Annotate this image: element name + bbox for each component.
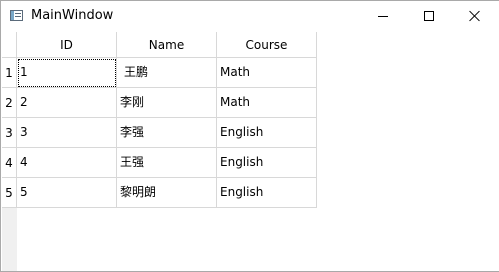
maximize-icon bbox=[424, 11, 434, 21]
table-row: 3 3 李强 English bbox=[2, 118, 317, 148]
table-cell-id[interactable]: 4 bbox=[17, 148, 117, 178]
table-row: 5 5 黎明朗 English bbox=[2, 178, 317, 208]
column-header-name[interactable]: Name bbox=[117, 32, 217, 58]
row-header[interactable]: 4 bbox=[2, 148, 17, 178]
corner-button[interactable] bbox=[2, 32, 17, 58]
table-cell-name[interactable]: 李强 bbox=[117, 118, 217, 148]
main-window: MainWindow ID Name Course 1 1 王鹏 Math 2 … bbox=[0, 0, 499, 272]
table-cell-course[interactable]: English bbox=[217, 178, 317, 208]
table-cell-name[interactable]: 王鹏 bbox=[117, 58, 217, 88]
table-cell-name[interactable]: 王强 bbox=[117, 148, 217, 178]
table-row: 4 4 王强 English bbox=[2, 148, 317, 178]
table-cell-course[interactable]: Math bbox=[217, 88, 317, 118]
table-row: 2 2 李刚 Math bbox=[2, 88, 317, 118]
table-cell-id[interactable]: 2 bbox=[17, 88, 117, 118]
close-button[interactable] bbox=[452, 1, 498, 31]
table-row: 1 1 王鹏 Math bbox=[2, 58, 317, 88]
window-icon bbox=[10, 10, 23, 21]
table-cell-course[interactable]: English bbox=[217, 118, 317, 148]
column-header-course[interactable]: Course bbox=[217, 32, 317, 58]
close-icon bbox=[469, 10, 481, 22]
table-cell-id[interactable]: 3 bbox=[17, 118, 117, 148]
maximize-button[interactable] bbox=[406, 1, 452, 31]
window-title: MainWindow bbox=[31, 8, 114, 23]
row-header[interactable]: 5 bbox=[2, 178, 17, 208]
table-cell-id[interactable]: 5 bbox=[17, 178, 117, 208]
row-header[interactable]: 1 bbox=[2, 58, 17, 88]
table-cell-course[interactable]: Math bbox=[217, 58, 317, 88]
minimize-button[interactable] bbox=[360, 1, 406, 31]
row-header[interactable]: 2 bbox=[2, 88, 17, 118]
row-header[interactable]: 3 bbox=[2, 118, 17, 148]
minimize-icon bbox=[378, 16, 388, 17]
title-bar[interactable]: MainWindow bbox=[1, 1, 499, 31]
column-header-id[interactable]: ID bbox=[17, 32, 117, 58]
table-cell-name[interactable]: 黎明朗 bbox=[117, 178, 217, 208]
table-cell-id[interactable]: 1 bbox=[17, 58, 117, 88]
table-cell-name[interactable]: 李刚 bbox=[117, 88, 217, 118]
horizontal-header: ID Name Course bbox=[17, 32, 317, 58]
table-body: 1 1 王鹏 Math 2 2 李刚 Math 3 3 李强 English 4… bbox=[2, 58, 317, 208]
table-cell-course[interactable]: English bbox=[217, 148, 317, 178]
table-view[interactable]: ID Name Course 1 1 王鹏 Math 2 2 李刚 Math 3… bbox=[1, 31, 499, 271]
